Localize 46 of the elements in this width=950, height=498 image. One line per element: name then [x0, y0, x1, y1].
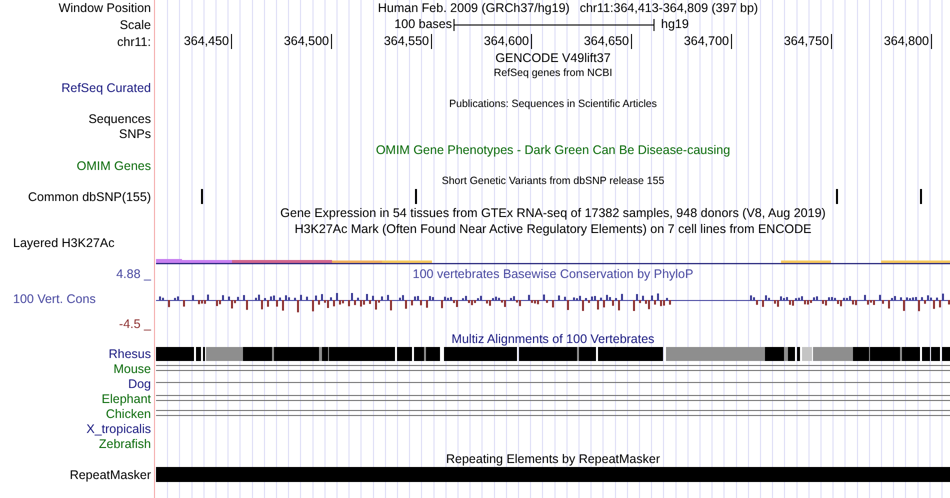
snp-mark [201, 189, 203, 204]
track-label[interactable]: RepeatMasker [70, 468, 151, 482]
ruler-label: 364,750 [784, 34, 832, 49]
track-title: H3K27Ac Mark (Often Found Near Active Regulatory Elements) on 7 cell lines from ENCODE [294, 222, 812, 236]
ruler-label: 364,600 [484, 34, 532, 49]
ruler-label: 364,550 [384, 34, 432, 49]
track-label[interactable]: SNPs [119, 126, 151, 140]
scale-assembly: hg19 [661, 16, 689, 33]
track-label[interactable]: Common dbSNP(155) [28, 190, 151, 204]
track-title: 100 vertebrates Basewise Conservation by PhyloP [412, 267, 694, 281]
snp-mark [415, 189, 417, 204]
ruler-label: 364,500 [284, 34, 332, 49]
axis-min-label: -4.5 _ [119, 316, 151, 330]
track-title: Repeating Elements by RepeatMasker [446, 452, 660, 466]
track-label[interactable]: 100 Vert. Cons [13, 292, 96, 306]
assembly-title: Human Feb. 2009 (GRCh37/hg19) [378, 1, 570, 15]
track-label[interactable]: Layered H3K27Ac [13, 236, 114, 250]
ruler-label: 364,800 [884, 34, 932, 49]
track-title: OMIM Gene Phenotypes - Dark Green Can Be Disease-causing [376, 142, 730, 156]
track-title: GENCODE V49lift37 [495, 51, 611, 65]
row-label: Scale [120, 18, 151, 32]
ruler-label: 364,700 [684, 34, 732, 49]
snp-mark [836, 189, 838, 204]
species-label[interactable]: Zebrafish [98, 436, 151, 450]
track-title: Gene Expression in 54 tissues from GTEx RNA-seq of 17382 samples, 948 donors (V8, Aug 2019) [280, 206, 826, 220]
position-text: chr11:364,413-364,809 (397 bp) [580, 1, 758, 15]
track-title: Multiz Alignments of 100 Vertebrates [452, 332, 654, 346]
track-label[interactable]: Sequences [88, 112, 151, 126]
ruler-label: 364,450 [184, 34, 232, 49]
snp-mark [920, 189, 922, 204]
ruler-label: 364,650 [584, 34, 632, 49]
species-label[interactable]: Dog [128, 376, 151, 390]
scale-text: 100 bases [394, 16, 452, 33]
species-label[interactable]: Elephant [102, 392, 151, 406]
axis-max-label: 4.88 _ [116, 267, 151, 281]
row-label: chr11: [117, 34, 151, 48]
species-label[interactable]: Rhesus [108, 346, 151, 360]
row-label: Window Position [58, 1, 151, 15]
track-title: Short Genetic Variants from dbSNP release 155 [442, 175, 664, 187]
track-label[interactable]: RefSeq Curated [61, 81, 151, 95]
track-title: RefSeq genes from NCBI [494, 67, 612, 79]
species-label[interactable]: Mouse [113, 362, 151, 376]
species-label[interactable]: X_tropicalis [86, 422, 151, 436]
track-title: Publications: Sequences in Scientific Articles [449, 98, 657, 110]
species-label[interactable]: Chicken [106, 406, 151, 420]
track-label[interactable]: OMIM Genes [76, 158, 151, 172]
